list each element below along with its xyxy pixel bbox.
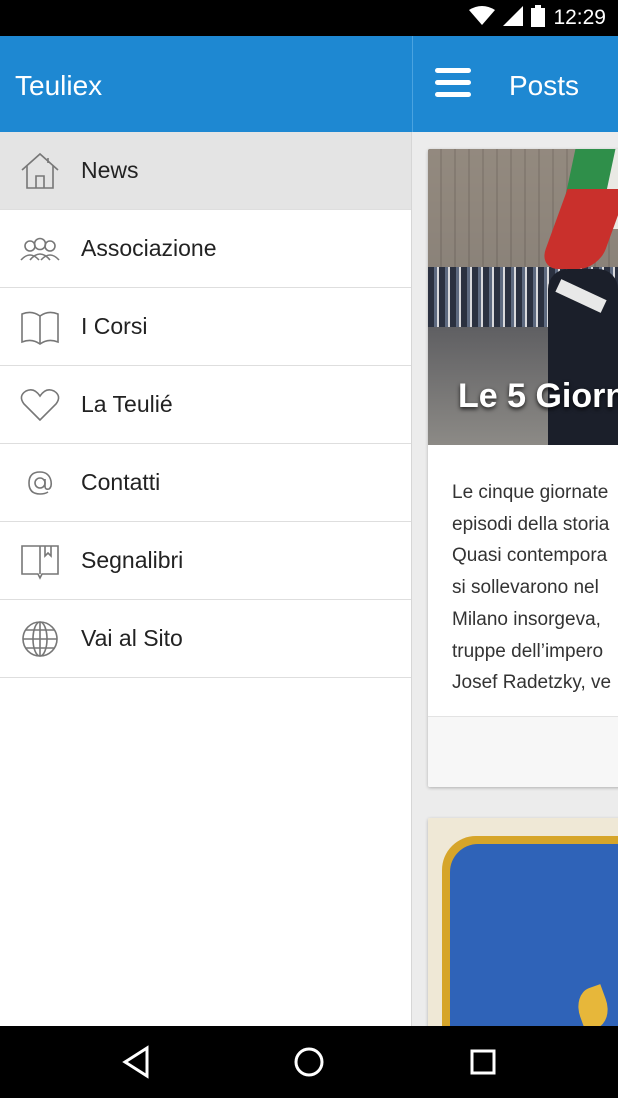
excerpt-line: Le cinque giornate	[452, 482, 609, 503]
menu-item-news[interactable]: News	[0, 132, 411, 210]
heart-icon	[18, 384, 62, 426]
main-screen: Posts Le 5 Giorn Le cinque giornate epis…	[412, 36, 618, 1026]
menu-item-label: I Corsi	[81, 313, 148, 339]
menu-item-label: La Teulié	[81, 391, 173, 417]
status-time: 12:29	[553, 6, 606, 29]
excerpt-line: truppe dell’impero	[452, 640, 604, 662]
back-icon[interactable]	[117, 1044, 157, 1080]
excerpt-line: Josef Radetzky, ve	[452, 672, 612, 694]
app-title: Teuliex	[15, 70, 103, 101]
people-icon	[18, 228, 62, 270]
menu-item-vai-al-sito[interactable]: Vai al Sito	[0, 600, 411, 678]
post-title: Le 5 Giorn	[458, 377, 618, 415]
battery-icon	[531, 4, 546, 32]
signal-icon	[503, 5, 524, 31]
at-icon	[18, 462, 62, 504]
menu-item-associazione[interactable]: Associazione	[0, 210, 411, 288]
menu-item-label: Vai al Sito	[81, 625, 183, 651]
post-card[interactable]: Le 5 Giorn Le cinque giornate episodi de…	[428, 149, 618, 787]
system-nav-bar	[0, 1026, 618, 1098]
book-icon	[18, 306, 62, 348]
home-circle-icon[interactable]	[289, 1044, 329, 1080]
excerpt-line: Milano insorgeva,	[452, 608, 601, 630]
excerpt-line: Quasi contempora	[452, 545, 608, 567]
post-footer[interactable]	[428, 716, 618, 787]
page-title: Posts	[509, 70, 580, 101]
menu-item-la-teulie[interactable]: La Teulié	[0, 366, 411, 444]
menu-item-contatti[interactable]: Contatti	[0, 444, 411, 522]
menu-item-label: Associazione	[81, 235, 217, 261]
menu-item-i-corsi[interactable]: I Corsi	[0, 288, 411, 366]
post-excerpt: Le cinque giornate episodi della storia …	[452, 477, 618, 699]
home-icon	[18, 150, 62, 192]
menu-item-label: Segnalibri	[81, 547, 184, 573]
menu-item-label: Contatti	[81, 469, 161, 495]
post-image	[428, 818, 618, 1026]
post-image: Le 5 Giorn	[428, 149, 618, 445]
excerpt-line: si sollevarono nel	[452, 577, 599, 599]
menu-item-label: News	[81, 157, 139, 183]
bookmark-icon	[18, 540, 62, 582]
recents-icon[interactable]	[463, 1044, 503, 1080]
menu-icon[interactable]	[435, 68, 473, 98]
globe-icon	[18, 618, 62, 660]
main-app-bar: Posts	[412, 36, 618, 132]
navigation-drawer: Teuliex News Associazione I Corsi La Teu…	[0, 36, 412, 1026]
menu-item-segnalibri[interactable]: Segnalibri	[0, 522, 411, 600]
excerpt-line: episodi della storia	[452, 513, 610, 535]
wifi-icon	[469, 5, 496, 31]
status-bar: 12:29	[0, 0, 618, 36]
post-card[interactable]	[428, 818, 618, 1026]
status-icons: 12:29	[469, 4, 606, 32]
drawer-menu: News Associazione I Corsi La Teulié Cont	[0, 132, 411, 678]
drawer-header: Teuliex	[0, 36, 412, 132]
